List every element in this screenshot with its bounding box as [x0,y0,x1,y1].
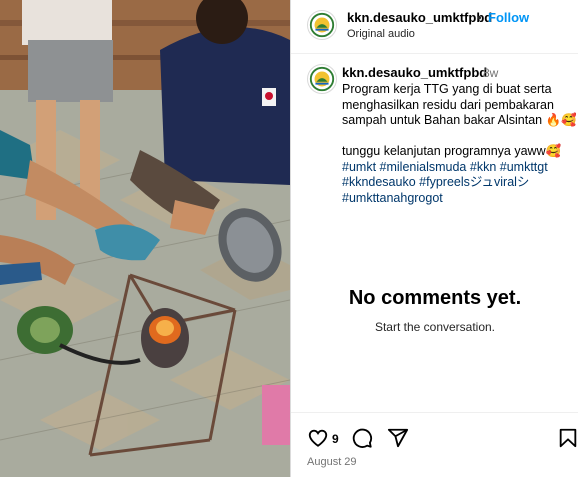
post-date[interactable]: August 29 [307,456,357,468]
hashtag-link[interactable]: #kkndesauko [342,175,416,189]
like-count[interactable]: 9 [332,432,339,446]
caption-text: Program kerja TTG yang di buat serta men… [342,82,577,207]
hashtag-list: #umkt #milenialsmuda #kkn #umkttgt #kknd… [342,160,574,207]
no-comments-title: No comments yet. [348,287,522,309]
desauko-logo-icon [308,65,336,93]
caption-line: menghasilkan residu dari pembakaran [342,97,554,112]
header-username-link[interactable]: kkn.desauko_umktfpbd [347,10,492,25]
caption-line: tunggu kelanjutan programnya yaww🥰 [342,144,562,158]
caption-time-ago[interactable]: 8w [483,66,498,80]
hashtag-link[interactable]: #fypreelsジュviralシ [419,175,529,189]
share-icon[interactable] [387,427,409,449]
start-conversation-text: Start the conversation. [374,320,496,334]
hashtag-link[interactable]: #umkttgt [500,160,548,174]
audio-link[interactable]: Original audio [347,28,415,40]
caption-avatar[interactable] [307,64,337,94]
heart-icon[interactable] [307,427,329,449]
hashtag-link[interactable]: #milenialsmuda [380,160,467,174]
caption-line: Program kerja TTG yang di buat serta [342,82,552,96]
post-header: kkn.desauko_umktfpbd • Follow Original a… [291,0,578,54]
post-media-video[interactable] [0,0,290,477]
comment-icon[interactable] [351,427,373,449]
hashtag-link[interactable]: #kkn [470,160,496,174]
caption-username-link[interactable]: kkn.desauko_umktfpbd [342,65,487,80]
bookmark-icon[interactable] [557,427,578,449]
hashtag-line: #kkndesauko #fypreelsジュviralシ [342,175,574,191]
post-detail-panel: kkn.desauko_umktfpbd • Follow Original a… [290,0,578,477]
account-avatar[interactable] [307,10,337,40]
hashtag-link[interactable]: #umkttanahgrogot [342,191,443,205]
video-frame-illustration [0,0,290,477]
hashtag-line: #umkttanahgrogot [342,191,574,207]
desauko-logo-icon [308,11,336,39]
header-separator: • [477,10,482,25]
post-actions-bar: 9 August 29 [291,412,578,477]
follow-button[interactable]: Follow [488,10,529,25]
hashtag-link[interactable]: #umkt [342,160,376,174]
caption-line: sampah untuk Bahan bakar Alsintan 🔥🥰 [342,113,577,127]
hashtag-line: #umkt #milenialsmuda #kkn #umkttgt [342,160,574,176]
